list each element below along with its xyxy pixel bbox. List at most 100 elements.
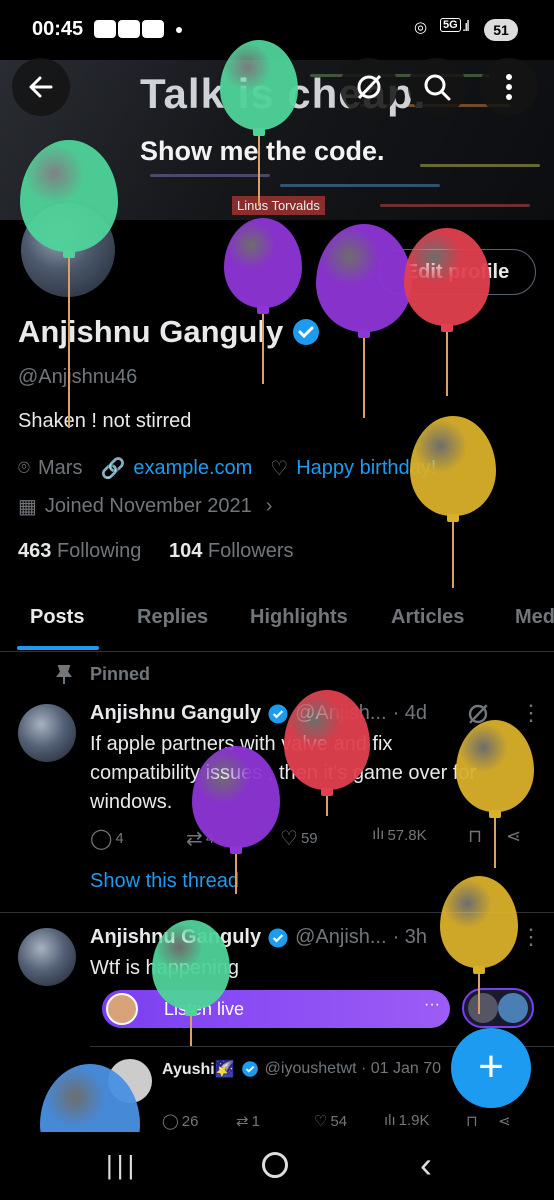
balloon-body	[410, 416, 496, 516]
share-button[interactable]: ⋖	[498, 1112, 511, 1130]
balloon-decoration	[224, 218, 302, 388]
reply-count: 26	[181, 1112, 199, 1130]
balloon-body	[404, 228, 490, 326]
profile-meta-row: ⌾ Mars 🔗 example.com ♡ Happy birthday!	[18, 456, 436, 481]
pinned-label: Pinned	[90, 664, 151, 684]
followers-link[interactable]: 104 Followers	[169, 540, 294, 562]
tab-replies[interactable]: Replies	[137, 606, 208, 629]
pin-icon	[56, 664, 72, 684]
post-more-icon[interactable]: ⋮	[520, 924, 542, 950]
post-handle[interactable]: @Anjish...	[295, 926, 386, 949]
view-count: 1.9K	[398, 1112, 430, 1129]
balloon-decoration	[40, 1064, 140, 1132]
tab-articles[interactable]: Articles	[391, 606, 464, 629]
views-icon: ılı	[372, 826, 385, 843]
post-header: Anjishnu Ganguly @Anjish... · 3h	[90, 926, 427, 949]
post-avatar[interactable]	[18, 704, 76, 762]
quote-author: Ayushi🌠	[162, 1061, 235, 1078]
back-button[interactable]	[12, 58, 70, 116]
balloon-string	[494, 818, 496, 868]
reply-button[interactable]: ◯ 26	[162, 1112, 199, 1131]
heart-icon: ♡	[280, 828, 298, 850]
followers-label: Followers	[207, 540, 294, 562]
bookmark-icon: ⊓	[466, 1113, 478, 1130]
profile-tabs: Posts Replies Highlights Articles Media	[0, 596, 554, 652]
balloon-knot	[257, 306, 269, 314]
balloon-string	[235, 854, 237, 894]
balloon-string	[258, 136, 260, 206]
balloon-body	[192, 746, 280, 848]
youtube-notification-icon	[94, 20, 116, 38]
profile-joined: Joined November 2021	[44, 495, 252, 517]
tab-highlights[interactable]: Highlights	[250, 606, 348, 629]
like-button[interactable]: ♡ 59	[280, 826, 318, 851]
balloon-knot	[447, 514, 459, 522]
space-host-avatar	[106, 993, 138, 1025]
balloon-body	[20, 140, 118, 252]
grok-button[interactable]	[340, 58, 398, 116]
balloon-body	[220, 40, 298, 130]
balloon-body	[284, 690, 370, 790]
balloon-knot	[358, 330, 370, 338]
balloon-knot	[441, 324, 453, 332]
profile-joined-row[interactable]: ▦ Joined November 2021 ›	[18, 494, 272, 519]
repost-count: 1	[251, 1112, 260, 1130]
pinned-label-row: Pinned	[56, 664, 150, 685]
profile-website[interactable]: example.com	[133, 457, 252, 480]
balloon-body	[440, 876, 518, 968]
following-count: 463	[18, 540, 52, 562]
balloon-string	[68, 258, 70, 428]
balloon-body	[316, 224, 412, 332]
nav-back-icon[interactable]: ‹	[420, 1144, 432, 1186]
balloon-knot	[63, 250, 75, 258]
balloon-body	[152, 920, 230, 1010]
followers-count: 104	[168, 540, 203, 562]
views-button[interactable]: ılı 1.9K	[384, 1112, 430, 1129]
like-button[interactable]: ♡ 54	[314, 1112, 348, 1131]
repost-icon: ⇄	[236, 1113, 249, 1130]
reply-button[interactable]: ◯ 4	[90, 826, 124, 851]
post-time: · 4d	[392, 702, 428, 724]
balloon-decoration	[220, 40, 298, 210]
following-label: Following	[56, 540, 142, 562]
post-author[interactable]: Anjishnu Ganguly	[90, 702, 261, 725]
following-link[interactable]: 463 Following	[18, 540, 141, 562]
balloon-decoration	[284, 690, 370, 820]
chevron-right-icon: ›	[265, 495, 273, 517]
balloon-icon: ♡	[270, 458, 289, 480]
balloon-decoration	[404, 228, 490, 400]
balloon-decoration	[410, 416, 496, 592]
balloon-knot	[253, 128, 265, 136]
location-icon: ⌾	[18, 457, 30, 479]
view-count: 57.8K	[387, 826, 427, 844]
search-button[interactable]	[408, 58, 466, 116]
reply-count: 4	[115, 830, 124, 847]
signal-icon: .ıl	[462, 18, 470, 35]
status-time: 00:45	[32, 18, 84, 40]
views-button[interactable]: ılı 57.8K	[372, 826, 427, 844]
post-avatar[interactable]	[18, 928, 76, 986]
profile-stats: 463 Following 104 Followers	[18, 540, 294, 563]
home-icon[interactable]	[262, 1152, 288, 1178]
repost-button[interactable]: ⇄ 1	[236, 1112, 260, 1131]
balloon-knot	[230, 846, 242, 854]
balloon-string	[326, 796, 328, 816]
reply-icon: ◯	[162, 1113, 179, 1130]
balloon-decoration	[316, 224, 412, 422]
hotspot-icon: ◎	[414, 19, 428, 36]
recent-apps-icon[interactable]: |||	[106, 1150, 138, 1181]
tab-media[interactable]: Media	[515, 606, 554, 629]
bookmark-button[interactable]: ⊓	[466, 1112, 478, 1130]
heart-icon: ♡	[314, 1113, 328, 1130]
balloon-string	[190, 1016, 192, 1046]
quote-header: Ayushi🌠 @iyoushetwt · 01 Jan 70	[162, 1059, 441, 1079]
balloon-decoration	[20, 140, 118, 432]
more-notifications-dot	[176, 27, 182, 33]
like-count: 54	[330, 1112, 348, 1130]
space-more-icon: ···	[424, 996, 440, 1013]
balloon-knot	[185, 1008, 197, 1016]
balloon-string	[478, 974, 480, 1014]
tab-posts[interactable]: Posts	[30, 606, 84, 629]
compose-post-button[interactable]: +	[451, 1028, 531, 1108]
more-button[interactable]	[480, 58, 538, 116]
